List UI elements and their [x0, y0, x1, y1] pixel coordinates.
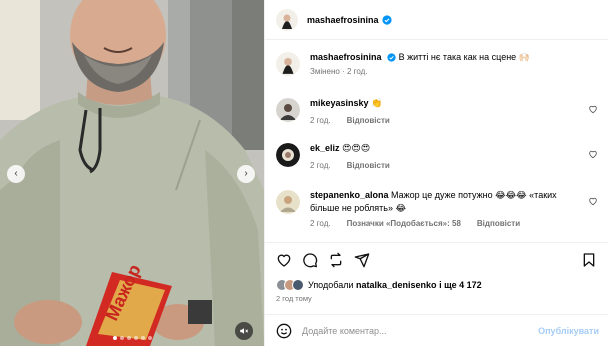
chevron-right-icon: › [244, 168, 248, 179]
comment-composer: Опублікувати [265, 314, 608, 346]
reply-button[interactable]: Відповісти [347, 161, 390, 170]
heart-icon[interactable] [588, 196, 598, 206]
caption-text: В житті нє така как на сцене 🙌🏻 [398, 52, 530, 62]
save-button[interactable] [581, 252, 597, 270]
emoji-button[interactable] [276, 323, 292, 339]
share-icon [354, 252, 370, 267]
comment-time[interactable]: 2 год. [310, 219, 331, 228]
likes-count[interactable]: і ще 4 172 [439, 280, 482, 290]
action-bar [265, 242, 608, 276]
comment-icon [303, 252, 318, 267]
chevron-left-icon: ‹ [14, 168, 18, 179]
carousel-dot[interactable] [140, 336, 145, 340]
caption-time[interactable]: 2 год. [347, 67, 368, 76]
like-button[interactable] [276, 252, 292, 268]
post-media[interactable]: Мажор ‹ › [0, 0, 264, 346]
bookmark-icon [583, 253, 595, 267]
reply-button[interactable]: Відповісти [477, 219, 520, 228]
commenter-avatar[interactable] [276, 143, 300, 167]
likes-summary: Уподобали natalka_denisenko і ще 4 172 [276, 278, 482, 292]
comment-input[interactable] [302, 325, 522, 336]
emoji-icon [276, 323, 292, 338]
comment-time[interactable]: 2 год. [310, 116, 331, 125]
caption-avatar[interactable] [276, 52, 300, 76]
comment-item: stepanenko_alona Мажор це дуже потужно 😂… [276, 189, 606, 228]
comment-username[interactable]: stepanenko_alona [310, 190, 389, 200]
comment-username[interactable]: mikeyasinsky [310, 98, 369, 108]
carousel-dot[interactable] [119, 336, 124, 340]
carousel-prev-button[interactable]: ‹ [7, 165, 25, 183]
liker-username[interactable]: natalka_denisenko [356, 280, 437, 290]
comment-username[interactable]: ek_eliz [310, 143, 340, 153]
carousel-dot[interactable] [133, 336, 138, 340]
caption: mashaefrosinina В житті нє така как на с… [276, 51, 606, 76]
carousel-dots [0, 336, 264, 340]
reply-button[interactable]: Відповісти [347, 116, 390, 125]
carousel-dot[interactable] [147, 336, 152, 340]
carousel-next-button[interactable]: › [237, 165, 255, 183]
comments-list: mashaefrosinina В житті нє така как на с… [265, 41, 608, 241]
post-timestamp[interactable]: 2 год тому [276, 294, 312, 303]
comment-item: ek_eliz 😍😍😍 2 год. Відповісти [276, 142, 606, 170]
caption-edited-label: Змінено [310, 67, 340, 76]
publish-button[interactable]: Опублікувати [538, 326, 599, 336]
post-photo: Мажор [0, 0, 264, 346]
carousel-dot[interactable] [126, 336, 131, 340]
liker-avatar[interactable] [292, 279, 304, 291]
heart-icon[interactable] [588, 149, 598, 159]
author-avatar[interactable] [276, 8, 298, 31]
meta-separator: · [339, 67, 347, 76]
commenter-avatar[interactable] [276, 190, 300, 214]
verified-badge-icon [387, 53, 396, 62]
carousel-dot[interactable] [112, 336, 117, 340]
commenter-avatar[interactable] [276, 98, 300, 122]
comment-text: 👏 [371, 98, 383, 108]
share-button[interactable] [354, 252, 370, 268]
likes-prefix: Уподобали [308, 280, 354, 290]
repost-button[interactable] [328, 252, 344, 268]
comment-likes-count[interactable]: Позначки «Подобається»: 58 [347, 219, 461, 228]
heart-icon [277, 254, 291, 267]
instagram-post-dialog: Мажор ‹ › mashaefrosinina mashaefrosinin… [0, 0, 608, 346]
comment-time[interactable]: 2 год. [310, 161, 331, 170]
verified-badge-icon [381, 14, 392, 25]
comment-item: mikeyasinsky 👏 2 год. Відповісти [276, 97, 606, 125]
comment-text: 😍😍😍 [342, 143, 371, 153]
comment-button[interactable] [302, 252, 318, 268]
speaker-muted-icon [240, 328, 249, 334]
heart-icon[interactable] [588, 104, 598, 114]
repost-icon [330, 252, 342, 267]
post-side-panel: mashaefrosinina mashaefrosinina В житті … [264, 0, 608, 346]
post-header: mashaefrosinina [265, 0, 608, 40]
caption-username[interactable]: mashaefrosinina [310, 52, 382, 62]
author-username[interactable]: mashaefrosinina [307, 15, 379, 25]
